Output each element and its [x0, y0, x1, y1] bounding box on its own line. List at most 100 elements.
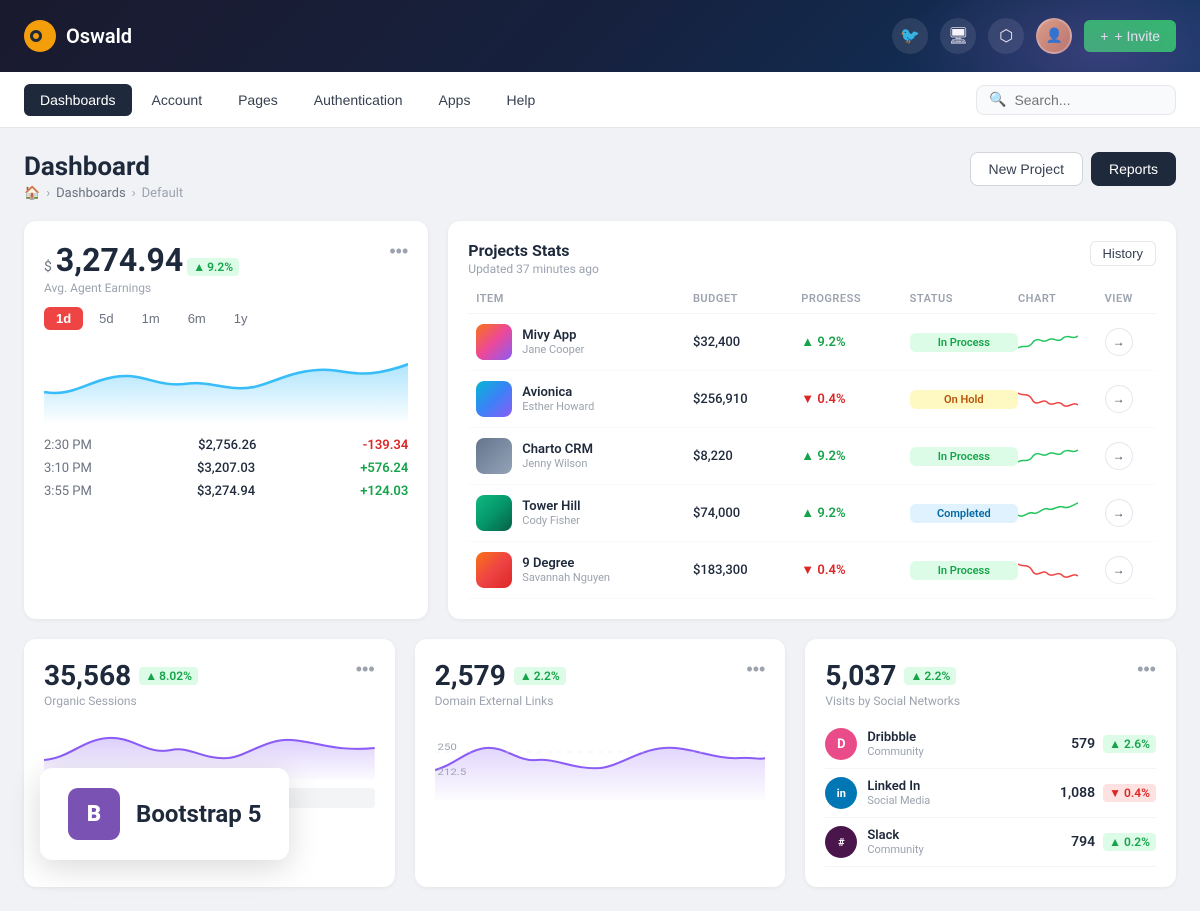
new-project-button[interactable]: New Project [970, 152, 1083, 186]
delta-2: +576.24 [360, 461, 408, 476]
currency-symbol: $ [44, 259, 52, 275]
filter-1m[interactable]: 1m [130, 307, 172, 330]
earnings-amount-section: $ 3,274.94 ▲ 9.2% Avg. Agent Earnings [44, 241, 239, 295]
nav-apps[interactable]: Apps [423, 84, 487, 116]
bootstrap-overlay: B Bootstrap 5 [40, 768, 289, 860]
project-icon-tower [476, 495, 512, 531]
nav-help[interactable]: Help [490, 84, 551, 116]
view-charto-button[interactable]: → [1105, 442, 1133, 470]
nav-dashboards[interactable]: Dashboards [24, 84, 132, 116]
page-header-actions: New Project Reports [970, 152, 1177, 186]
project-icon-9degree [476, 552, 512, 588]
camera-icon-button[interactable]: 🐦 [892, 18, 928, 54]
invite-button[interactable]: + + Invite [1084, 20, 1176, 52]
earnings-amount: $ 3,274.94 ▲ 9.2% [44, 241, 239, 279]
col-progress: PROGRESS [801, 292, 909, 305]
social-row-dribbble: D Dribbble Community 579 ▲ 2.6% [825, 720, 1156, 769]
project-info-tower: Tower Hill Cody Fisher [476, 495, 693, 531]
table-row: 9 Degree Savannah Nguyen $183,300 ▼ 0.4%… [468, 542, 1156, 599]
projects-subtitle: Updated 37 minutes ago [468, 262, 599, 276]
projects-table-header: ITEM BUDGET PROGRESS STATUS CHART VIEW [468, 292, 1156, 314]
page-title: Dashboard [24, 152, 183, 182]
project-name-9degree: 9 Degree Savannah Nguyen [522, 556, 610, 584]
svg-text:212.5: 212.5 [437, 766, 466, 777]
val-1: $2,756.26 [198, 438, 256, 453]
linkedin-badge: ▼ 0.4% [1103, 784, 1156, 802]
status-badge-9degree: In Process [910, 561, 1018, 580]
up-arrow-icon: ▲ [193, 260, 205, 274]
earnings-value: 3,274.94 [56, 241, 183, 279]
data-row-2: 3:10 PM $3,207.03 +576.24 [44, 461, 408, 476]
project-name-avionica: Avionica Esther Howard [522, 385, 594, 413]
social-label: Visits by Social Networks [825, 694, 960, 708]
table-row: Avionica Esther Howard $256,910 ▼ 0.4% O… [468, 371, 1156, 428]
project-name-charto: Charto CRM Jenny Wilson [522, 442, 593, 470]
earnings-chart [44, 342, 408, 422]
table-row: Tower Hill Cody Fisher $74,000 ▲ 9.2% Co… [468, 485, 1156, 542]
project-icon-charto [476, 438, 512, 474]
domain-badge: ▲ 2.2% [514, 667, 566, 685]
nav-account[interactable]: Account [136, 84, 219, 116]
table-row: Mivy App Jane Cooper $32,400 ▲ 9.2% In P… [468, 314, 1156, 371]
search-input[interactable] [1014, 92, 1163, 108]
data-row-3: 3:55 PM $3,274.94 +124.03 [44, 484, 408, 499]
domain-more-button[interactable]: ••• [746, 659, 765, 680]
history-button[interactable]: History [1090, 241, 1156, 266]
logo-wrap: Oswald [24, 20, 892, 52]
page-header: Dashboard 🏠 › Dashboards › Default New P… [24, 152, 1176, 201]
screen-icon-button[interactable]: 🖥 [940, 18, 976, 54]
col-item: ITEM [476, 292, 693, 305]
projects-card: Projects Stats Updated 37 minutes ago Hi… [448, 221, 1176, 619]
projects-title-section: Projects Stats Updated 37 minutes ago [468, 241, 599, 276]
view-mivy-button[interactable]: → [1105, 328, 1133, 356]
project-icon-avionica [476, 381, 512, 417]
projects-title: Projects Stats [468, 241, 599, 260]
linkedin-icon: in [825, 777, 857, 809]
bootstrap-text: Bootstrap 5 [136, 800, 261, 828]
social-more-button[interactable]: ••• [1137, 659, 1156, 680]
view-9degree-button[interactable]: → [1105, 556, 1133, 584]
filter-1d[interactable]: 1d [44, 307, 83, 330]
search-box: 🔍 [976, 85, 1176, 115]
filter-5d[interactable]: 5d [87, 307, 125, 330]
col-status: STATUS [910, 292, 1018, 305]
organic-more-button[interactable]: ••• [356, 659, 375, 680]
social-row-linkedin: in Linked In Social Media 1,088 ▼ 0.4% [825, 769, 1156, 818]
invite-label: + Invite [1114, 28, 1160, 44]
dribbble-icon: D [825, 728, 857, 760]
nav-pages[interactable]: Pages [222, 84, 294, 116]
reports-button[interactable]: Reports [1091, 152, 1176, 186]
data-row-1: 2:30 PM $2,756.26 -139.34 [44, 438, 408, 453]
breadcrumb-default: Default [142, 186, 184, 201]
status-badge-avionica: On Hold [910, 390, 1018, 409]
domain-amount: 2,579 [435, 659, 506, 692]
earnings-data-rows: 2:30 PM $2,756.26 -139.34 3:10 PM $3,207… [44, 438, 408, 499]
svg-text:250: 250 [437, 741, 457, 752]
filter-1y[interactable]: 1y [222, 307, 260, 330]
logo-icon [24, 20, 56, 52]
earnings-badge: ▲ 9.2% [187, 258, 239, 276]
project-info-charto: Charto CRM Jenny Wilson [476, 438, 693, 474]
projects-header: Projects Stats Updated 37 minutes ago Hi… [468, 241, 1156, 276]
share-icon-button[interactable]: ⬡ [988, 18, 1024, 54]
filter-6m[interactable]: 6m [176, 307, 218, 330]
time-1: 2:30 PM [44, 438, 92, 453]
delta-1: -139.34 [363, 438, 409, 453]
view-avionica-button[interactable]: → [1105, 385, 1133, 413]
nav-bar: Dashboards Account Pages Authentication … [0, 72, 1200, 128]
view-tower-button[interactable]: → [1105, 499, 1133, 527]
avatar[interactable]: 👤 [1036, 18, 1072, 54]
earnings-more-button[interactable]: ••• [389, 241, 408, 262]
domain-card: 2,579 ▲ 2.2% Domain External Links ••• [415, 639, 786, 887]
social-row-slack: # Slack Community 794 ▲ 0.2% [825, 818, 1156, 867]
project-name-tower: Tower Hill Cody Fisher [522, 499, 580, 527]
page-title-section: Dashboard 🏠 › Dashboards › Default [24, 152, 183, 201]
project-name-mivy: Mivy App Jane Cooper [522, 328, 584, 356]
breadcrumb-dashboards[interactable]: Dashboards [56, 186, 126, 201]
project-info-avionica: Avionica Esther Howard [476, 381, 693, 417]
project-icon-mivy [476, 324, 512, 360]
breadcrumb: 🏠 › Dashboards › Default [24, 186, 183, 201]
earnings-card: $ 3,274.94 ▲ 9.2% Avg. Agent Earnings ••… [24, 221, 428, 619]
organic-amount: 35,568 [44, 659, 131, 692]
nav-authentication[interactable]: Authentication [298, 84, 419, 116]
